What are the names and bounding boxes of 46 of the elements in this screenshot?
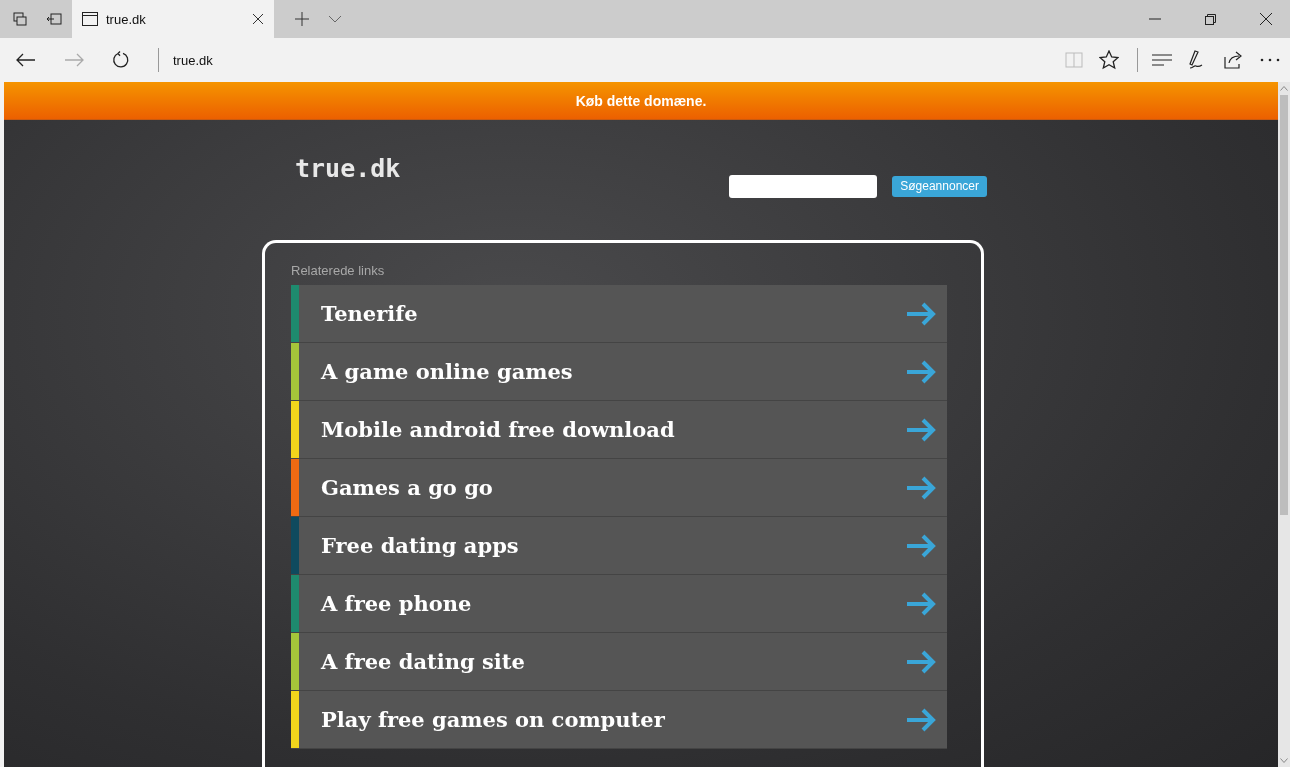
link-row[interactable]: Play free games on computer [291, 691, 947, 749]
arrow-right-icon [905, 533, 937, 558]
plus-icon[interactable] [295, 12, 309, 26]
link-label: A free phone [319, 591, 473, 616]
tab-title: true.dk [106, 11, 147, 27]
arrow-right-icon [905, 649, 937, 674]
arrow-right-icon [905, 417, 937, 442]
restore-icon[interactable] [1205, 13, 1216, 25]
more-icon[interactable] [1260, 58, 1280, 62]
tabs-aside-icon[interactable] [13, 12, 27, 26]
scrollbar-thumb[interactable] [1280, 95, 1288, 515]
link-row[interactable]: Free dating apps [291, 517, 947, 575]
link-label: Mobile android free download [320, 417, 676, 442]
address-bar[interactable]: true.dk [173, 52, 213, 68]
site-logo: true.dk [295, 154, 401, 185]
links-heading: Relaterede links [291, 263, 386, 278]
link-label: Tenerife [320, 301, 419, 326]
page-icon [82, 12, 98, 26]
arrow-right-icon [905, 475, 937, 500]
link-label: A free dating site [319, 649, 526, 674]
arrow-right-icon [905, 591, 937, 616]
search-field[interactable] [729, 174, 878, 198]
close-icon[interactable] [252, 13, 264, 25]
star-icon[interactable] [1099, 50, 1119, 70]
link-label: Games a go go [320, 475, 494, 500]
refresh-icon[interactable] [112, 51, 130, 69]
arrow-right-icon [905, 301, 937, 326]
link-label: A game online games [319, 359, 574, 384]
lines-icon[interactable] [1152, 54, 1172, 66]
browser-tab[interactable]: true.dk [72, 0, 274, 38]
close-icon[interactable] [1260, 13, 1272, 25]
link-row[interactable]: A free phone [291, 575, 947, 633]
arrow-right-icon [905, 359, 937, 384]
link-row[interactable]: Mobile android free download [291, 401, 947, 459]
link-row[interactable]: A free dating site [291, 633, 947, 691]
arrow-right-icon [905, 707, 937, 732]
link-label: Play free games on computer [320, 707, 666, 732]
share-icon[interactable] [1224, 51, 1244, 69]
link-row[interactable]: A game online games [291, 343, 947, 401]
link-row[interactable]: Games a go go [291, 459, 947, 517]
tab-restore-icon[interactable] [46, 13, 62, 25]
scrollbar[interactable] [1278, 82, 1290, 767]
chevron-down-icon[interactable] [328, 15, 342, 23]
back-arrow-icon[interactable] [16, 53, 36, 67]
link-row[interactable]: Tenerife [291, 285, 947, 343]
link-label: Free dating apps [320, 533, 520, 558]
